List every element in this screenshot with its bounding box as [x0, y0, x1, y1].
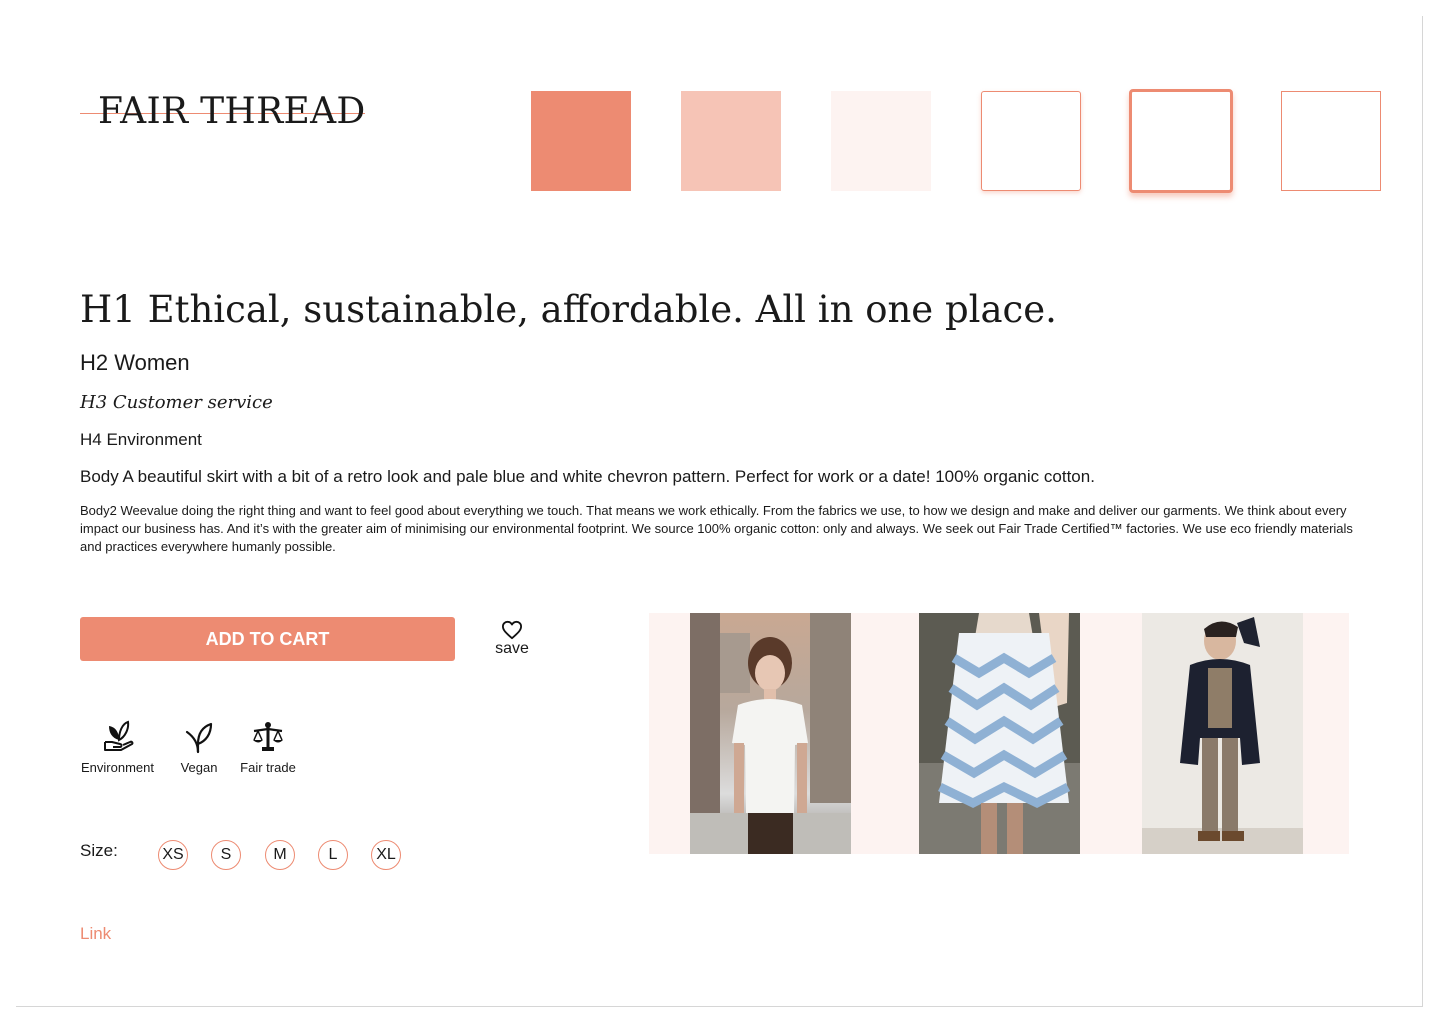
add-to-cart-button[interactable]: ADD TO CART — [80, 617, 455, 661]
swatch-outline-thin — [1281, 91, 1381, 191]
product-photo[interactable] — [1142, 613, 1303, 854]
swatch-secondary — [681, 91, 781, 191]
save-label: save — [495, 640, 529, 657]
product-photo[interactable] — [690, 613, 851, 854]
hand-plant-icon — [103, 720, 133, 751]
heart-icon — [501, 620, 522, 640]
heading-h4: H4 Environment — [80, 430, 202, 449]
brand-logo[interactable]: FAIR THREAD — [80, 88, 365, 136]
size-option-xl[interactable]: XL — [371, 840, 401, 870]
feature-label: Environment — [81, 760, 154, 775]
save-button[interactable]: save — [490, 620, 534, 660]
feature-fair-trade: Fair trade — [240, 720, 296, 775]
size-option-m[interactable]: M — [265, 840, 295, 870]
swatch-outline-shadow — [981, 91, 1081, 191]
feature-environment: Environment — [80, 720, 155, 775]
man-coat-image — [1142, 613, 1303, 854]
size-option-l[interactable]: L — [318, 840, 348, 870]
size-label: Size: — [80, 841, 118, 860]
swatch-outline-bold — [1129, 89, 1233, 193]
size-option-xs[interactable]: XS — [158, 840, 188, 870]
swatch-primary — [531, 91, 631, 191]
body2-text: Body2 Weevalue doing the right thing and… — [80, 503, 1353, 554]
chevron-skirt-image — [919, 613, 1080, 854]
product-photo[interactable] — [919, 613, 1080, 854]
heading-h2: H2 Women — [80, 350, 190, 375]
swatch-tertiary — [831, 91, 931, 191]
feature-vegan: Vegan — [179, 720, 219, 775]
woman-tshirt-image — [690, 613, 851, 854]
heading-h1: H1 Ethical, sustainable, affordable. All… — [80, 288, 1057, 331]
leaf-icon — [185, 722, 213, 754]
scales-icon — [253, 722, 283, 751]
body-text: Body A beautiful skirt with a bit of a r… — [80, 467, 1095, 486]
text-link[interactable]: Link — [80, 924, 111, 944]
feature-label: Fair trade — [240, 760, 296, 775]
brand-name: FAIR THREAD — [98, 91, 366, 132]
size-option-s[interactable]: S — [211, 840, 241, 870]
product-gallery — [649, 613, 1349, 854]
heading-h3: H3 Customer service — [80, 392, 273, 413]
feature-label: Vegan — [180, 760, 218, 775]
